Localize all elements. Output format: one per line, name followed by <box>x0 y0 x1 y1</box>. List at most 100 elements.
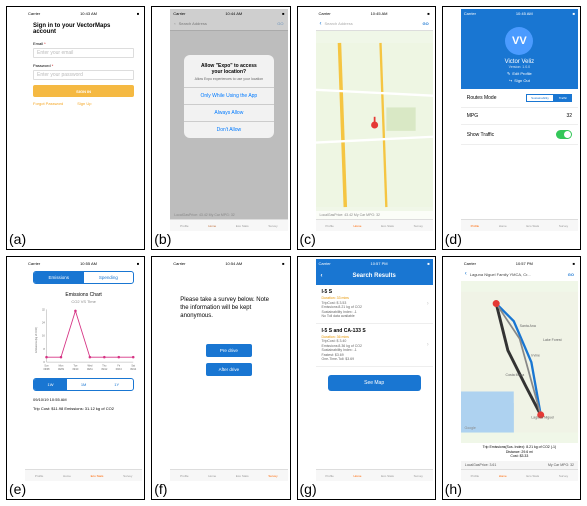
go-button[interactable]: GO <box>568 272 574 277</box>
nav-ecostats[interactable]: Eco Stats <box>236 474 249 478</box>
status-bar: Carrier 10:57 PM ■ <box>316 259 433 267</box>
nav-survey[interactable]: Survey <box>559 474 568 478</box>
route-map[interactable]: Santa Ana Irvine Costa Mesa Lake Forest … <box>461 281 578 443</box>
panel-label: (b) <box>154 231 171 247</box>
back-icon[interactable]: ‹ <box>465 271 467 277</box>
nav-profile[interactable]: Profile <box>471 474 480 478</box>
panel-label: (f) <box>154 481 167 497</box>
nav-home[interactable]: Home <box>499 224 507 228</box>
status-bar: Carrier 10:43 AM ■ <box>25 9 142 17</box>
signout-icon: ↪ <box>509 78 512 83</box>
sign-out-link[interactable]: ↪Sign Out <box>461 78 578 83</box>
go-button[interactable]: GO <box>423 21 429 26</box>
always-allow-button[interactable]: Always Allow <box>184 104 273 121</box>
svg-text:Santa Ana: Santa Ana <box>519 324 535 328</box>
nav-ecostats[interactable]: Eco Stats <box>381 474 394 478</box>
nav-profile[interactable]: Profile <box>180 474 189 478</box>
nav-ecostats[interactable]: Eco Stats <box>381 224 394 228</box>
bottom-nav: Profile Home Eco Stats Survey <box>316 219 433 231</box>
nav-survey[interactable]: Survey <box>414 224 423 228</box>
battery-icon: ■ <box>137 11 139 16</box>
nav-home[interactable]: Home <box>208 474 216 478</box>
search-bar[interactable]: ‹ Search Address GO <box>316 17 433 31</box>
battery-icon: ■ <box>137 261 139 266</box>
svg-text:Sat: Sat <box>131 364 135 367</box>
nav-survey[interactable]: Survey <box>559 224 568 228</box>
nav-profile[interactable]: Profile <box>471 224 480 228</box>
nav-ecostats[interactable]: Eco Stats <box>236 224 249 228</box>
dont-allow-button[interactable]: Don't Allow <box>184 121 273 138</box>
phone-e: Carrier 10:55 AM ■ Emissions Spending Em… <box>25 259 142 481</box>
destination-bar[interactable]: ‹ Laguna Niguel Family YMCA, Cr... GO <box>461 267 578 281</box>
show-traffic-toggle[interactable] <box>556 130 572 139</box>
edit-profile-link[interactable]: ✎Edit Profile <box>461 71 578 76</box>
nav-ecostats[interactable]: Eco Stats <box>526 474 539 478</box>
panel-label: (h) <box>445 481 462 497</box>
battery-icon: ■ <box>427 261 429 266</box>
nav-profile[interactable]: Profile <box>180 224 189 228</box>
nav-home[interactable]: Home <box>208 224 216 228</box>
nav-survey[interactable]: Survey <box>123 474 132 478</box>
nav-profile[interactable]: Profile <box>325 224 334 228</box>
pre-drive-button[interactable]: Pre drive <box>206 344 252 357</box>
carrier: Carrier <box>173 11 185 16</box>
origin-pin-icon <box>492 300 499 307</box>
panel-label: (c) <box>300 231 316 247</box>
password-input[interactable]: Enter your password <box>33 70 134 80</box>
nav-survey[interactable]: Survey <box>268 474 277 478</box>
signin-form: Sign in to your VectorMaps account Email… <box>25 17 142 112</box>
tab-emissions[interactable]: Emissions <box>34 272 84 283</box>
svg-text:Irvine: Irvine <box>531 353 540 357</box>
panel-g: (g) Carrier 10:57 PM ■ ‹ Search Results … <box>297 256 436 500</box>
nav-home[interactable]: Home <box>353 224 361 228</box>
seg-sustainability[interactable]: Sustainability <box>526 94 554 102</box>
signup-link[interactable]: Sign Up <box>77 101 91 106</box>
range-1m[interactable]: 1M <box>67 379 100 390</box>
forgot-password-link[interactable]: Forgot Password <box>33 101 63 106</box>
nav-survey[interactable]: Survey <box>268 224 277 228</box>
allow-while-using-button[interactable]: Only While Using the App <box>184 87 273 104</box>
chevron-right-icon: › <box>427 301 429 307</box>
bottom-nav: Profile Home Eco Stats Survey <box>461 219 578 231</box>
results-header: ‹ Search Results <box>316 267 433 285</box>
mpg-value: 32 <box>566 113 572 119</box>
trip-summary: Trip Cost: $11.98 Emissions: 31.12 kg of… <box>25 404 142 413</box>
nav-profile[interactable]: Profile <box>35 474 44 478</box>
tab-spending[interactable]: Spending <box>84 272 134 283</box>
email-input[interactable]: Enter your email <box>33 48 134 58</box>
carrier: Carrier <box>319 261 331 266</box>
seg-traffic[interactable]: Traffic <box>554 94 572 102</box>
phone-g: Carrier 10:57 PM ■ ‹ Search Results I-5 … <box>316 259 433 481</box>
pencil-icon: ✎ <box>507 71 510 76</box>
bottom-nav: Profile Home Eco Stats Survey <box>170 469 287 481</box>
phone-a: Carrier 10:43 AM ■ Sign in to your Vecto… <box>25 9 142 231</box>
nav-ecostats[interactable]: Eco Stats <box>91 474 104 478</box>
route-result-2[interactable]: I-5 S and CA-133 S Duration: 36 mins Tri… <box>316 324 433 367</box>
svg-text:Laguna Niguel: Laguna Niguel <box>531 415 554 419</box>
mpg-row[interactable]: MPG32 <box>461 108 578 125</box>
nav-home[interactable]: Home <box>353 474 361 478</box>
after-drive-button[interactable]: After drive <box>206 363 252 376</box>
range-selector[interactable]: 1W 1M 1Y <box>33 378 134 391</box>
carrier: Carrier <box>173 261 185 266</box>
chart-title: Emissions Chart <box>25 292 142 298</box>
map-view[interactable]: LocalGasPrice: 43.42 My Car MPG: 32 <box>316 31 433 219</box>
nav-profile[interactable]: Profile <box>325 474 334 478</box>
nav-home[interactable]: Home <box>499 474 507 478</box>
back-icon[interactable]: ‹ <box>321 273 323 279</box>
signin-button[interactable]: SIGN IN <box>33 85 134 97</box>
see-map-button[interactable]: See Map <box>328 375 421 391</box>
carrier: Carrier <box>319 11 331 16</box>
svg-text:24: 24 <box>42 320 45 324</box>
svg-text:32: 32 <box>42 307 45 311</box>
range-1y[interactable]: 1Y <box>100 379 133 390</box>
nav-home[interactable]: Home <box>63 474 71 478</box>
route-result-1[interactable]: I-5 S Duration: 33 mins TripCost: $ 3.53… <box>316 285 433 324</box>
routes-mode-segmented[interactable]: Sustainability Traffic <box>526 94 572 102</box>
figure-grid: (a) Carrier 10:43 AM ■ Sign in to your V… <box>0 0 587 506</box>
stats-tabs[interactable]: Emissions Spending <box>33 271 134 284</box>
range-1w[interactable]: 1W <box>34 379 67 390</box>
nav-survey[interactable]: Survey <box>414 474 423 478</box>
nav-ecostats[interactable]: Eco Stats <box>526 224 539 228</box>
auth-links: Forgot Password Sign Up <box>33 101 134 106</box>
